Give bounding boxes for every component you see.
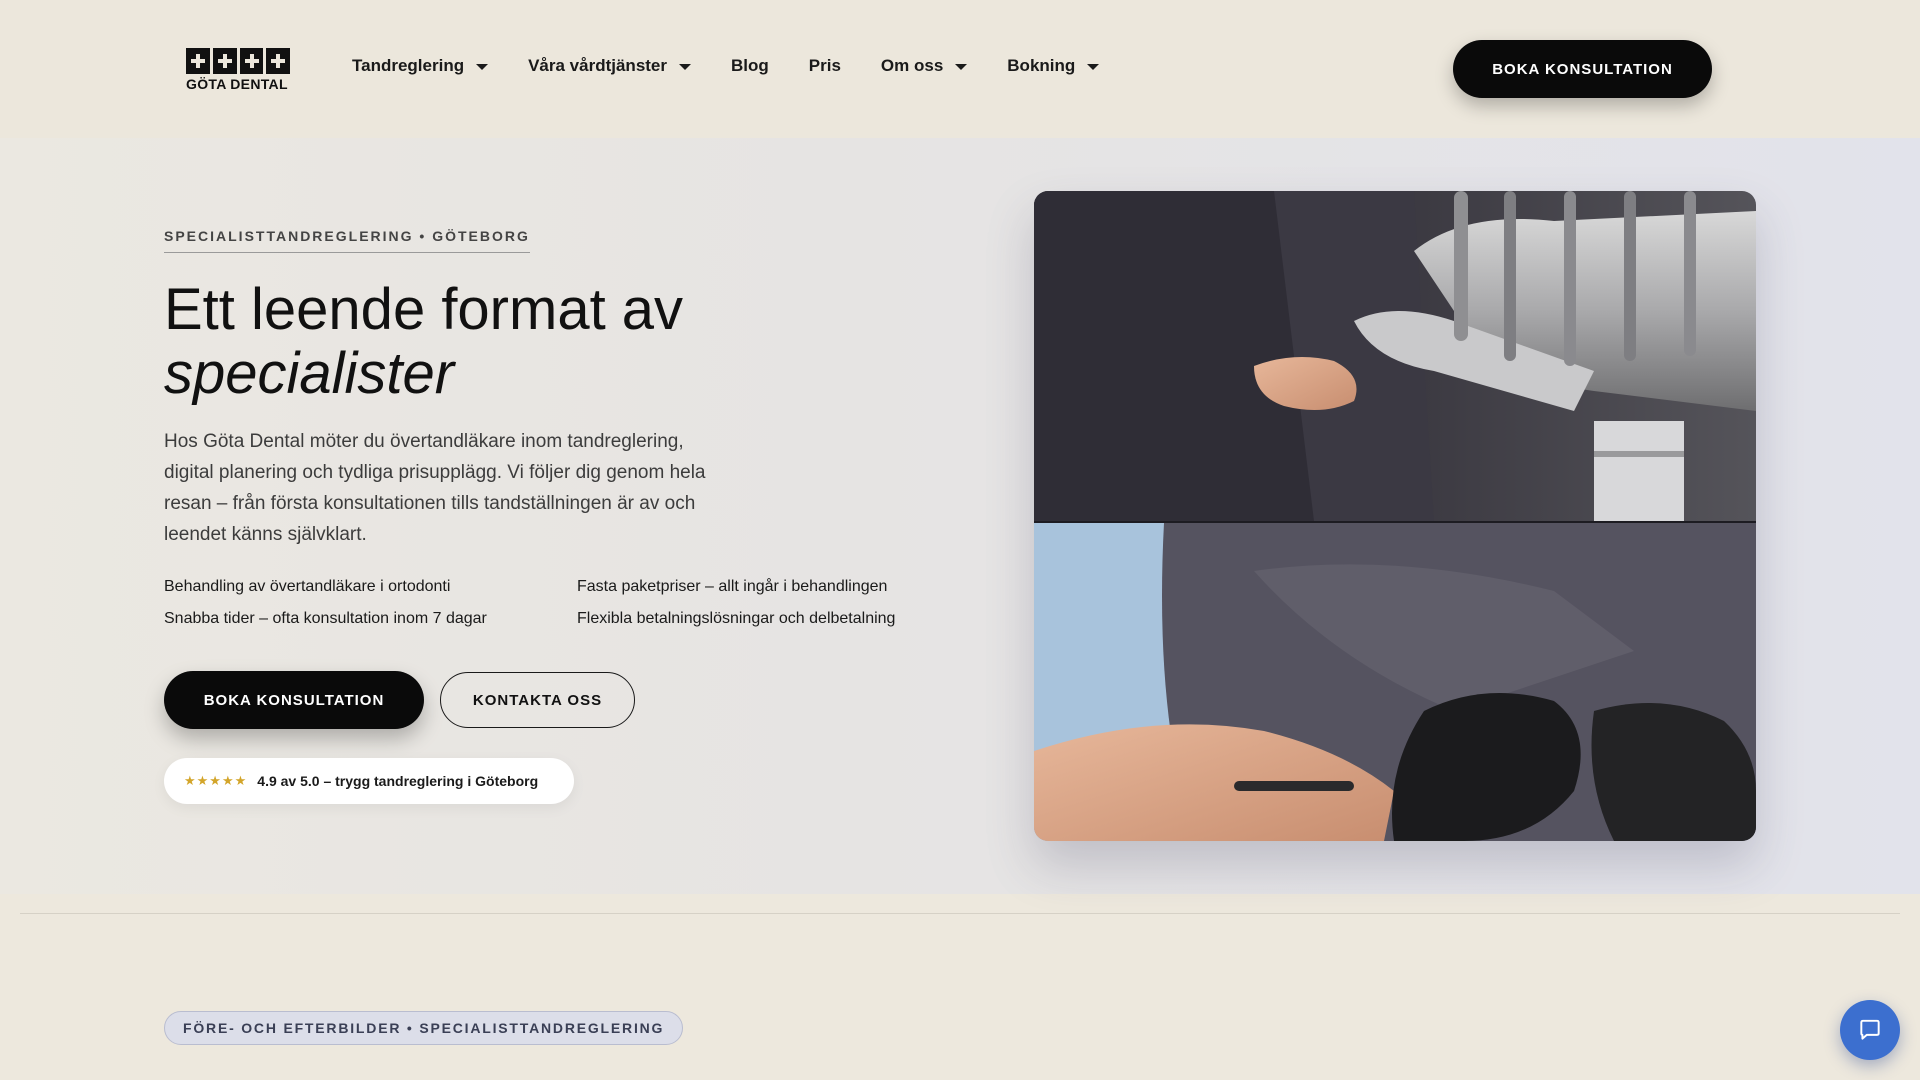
gota-dental-logo[interactable]: GÖTA DENTAL	[186, 48, 290, 96]
chat-button[interactable]	[1840, 1000, 1900, 1060]
rating-text: 4.9 av 5.0 – trygg tandreglering i Göteb…	[257, 773, 539, 789]
nav-label: Våra vårdtjänster	[528, 56, 667, 75]
hero-eyebrow: SPECIALISTTANDREGLERING • GÖTEBORG	[164, 228, 530, 253]
hero-book-consultation-button[interactable]: BOKA KONSULTATION	[164, 671, 424, 729]
hero-section: SPECIALISTTANDREGLERING • GÖTEBORG Ett l…	[0, 138, 1920, 894]
section-pill-label: FÖRE- OCH EFTERBILDER • SPECIALISTTANDRE…	[164, 1011, 684, 1045]
caret-down-icon	[1087, 64, 1100, 70]
logo-text: GÖTA DENTAL	[186, 76, 288, 92]
caret-down-icon	[955, 64, 968, 70]
nav-label: Tandreglering	[352, 56, 465, 75]
nav-item-vardtjanster[interactable]: Våra vårdtjänster	[528, 56, 691, 76]
caret-down-icon	[476, 64, 489, 70]
main-nav: Tandreglering Våra vårdtjänster Blog Pri…	[352, 56, 1139, 76]
feature-list: Behandling av övertandläkare i ortodonti…	[164, 578, 964, 628]
nav-label: Pris	[808, 56, 841, 75]
nav-item-blog[interactable]: Blog	[731, 56, 769, 76]
rating-badge: ★★★★★ 4.9 av 5.0 – trygg tandreglering i…	[164, 758, 574, 804]
section-heading-clipped: Se resultaten av behandling hos Göta Den…	[164, 1064, 1364, 1080]
section-divider	[20, 913, 1900, 914]
hero-description: Hos Göta Dental möter du övertandläkare …	[164, 431, 706, 545]
nav-label: Blog	[731, 56, 769, 75]
feature-item: Flexibla betalningslösningar och delbeta…	[577, 610, 896, 627]
logo-mark-icon	[186, 48, 290, 74]
header-book-consultation-button[interactable]: BOKA KONSULTATION	[1453, 40, 1712, 98]
star-rating-icon: ★★★★★	[184, 773, 248, 788]
nav-item-om-oss[interactable]: Om oss	[880, 56, 968, 76]
hero-photo-orthodontist	[1034, 191, 1756, 841]
hero-title-line1: Ett leende format av	[164, 277, 684, 342]
feature-item: Fasta paketpriser – allt ingår i behandl…	[577, 578, 888, 595]
site-header: GÖTA DENTAL Tandreglering Våra vårdtjäns…	[0, 0, 1920, 138]
nav-item-bokning[interactable]: Bokning	[1007, 56, 1100, 76]
hero-title: Ett leende format av specialister	[164, 278, 964, 406]
nav-label: Bokning	[1007, 56, 1076, 75]
chat-bubble-icon	[1860, 1019, 1880, 1040]
hero-contact-button[interactable]: KONTAKTA OSS	[440, 672, 635, 728]
feature-item: Snabba tider – ofta konsultation inom 7 …	[164, 610, 487, 627]
feature-item: Behandling av övertandläkare i ortodonti	[164, 578, 451, 595]
section-heading: Se resultaten av behandling hos Göta Den…	[164, 1070, 1364, 1080]
nav-item-pris[interactable]: Pris	[809, 56, 841, 76]
caret-down-icon	[679, 64, 691, 70]
nav-label: Om oss	[880, 56, 944, 75]
nav-item-tandreglering[interactable]: Tandreglering	[352, 56, 489, 76]
hero-title-line2: specialister	[164, 341, 455, 406]
